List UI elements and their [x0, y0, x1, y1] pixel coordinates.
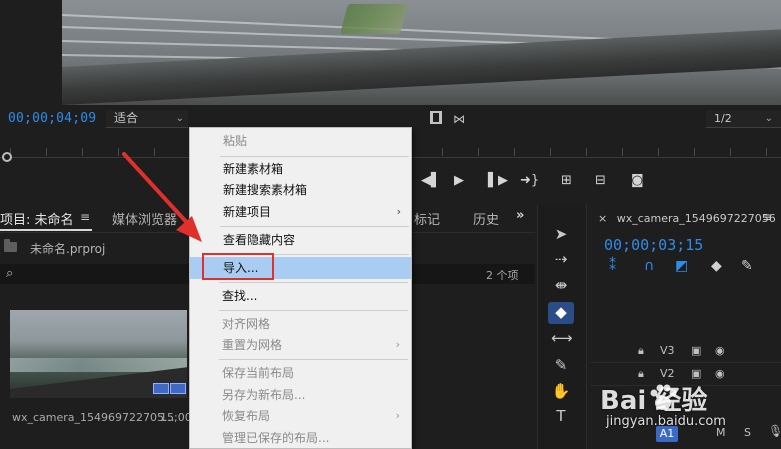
playhead-handle[interactable] — [2, 152, 12, 162]
submenu-arrow-icon: › — [396, 205, 401, 218]
linked-selection-icon[interactable]: ◩ — [675, 258, 688, 274]
menu-item-save-new-layout[interactable]: 另存为新布局... — [189, 384, 410, 406]
track-select-tool-icon[interactable]: ⇢ — [551, 250, 571, 268]
menu-item-new-bin[interactable]: 新建素材箱 — [190, 158, 411, 180]
watermark-url: jingyan.baidu.com — [606, 414, 726, 429]
menu-item-restore-layout[interactable]: 恢复布局 › — [189, 405, 410, 427]
safe-margins-icon[interactable] — [430, 111, 442, 124]
menu-item-label: 重置为网格 — [222, 338, 283, 352]
step-back-icon[interactable]: ◀▌ — [421, 172, 441, 190]
clip-name[interactable]: wx_camera_154969722705... — [12, 411, 175, 424]
eye-icon[interactable]: ◉ — [715, 344, 725, 357]
chevron-down-icon: ⌄ — [175, 113, 184, 124]
track-label: V3 — [660, 344, 675, 357]
sync-lock-icon[interactable]: ▣ — [691, 367, 701, 380]
submenu-arrow-icon: › — [395, 409, 400, 422]
project-file-name: 未命名.prproj — [30, 242, 106, 256]
menu-item-save-layout[interactable]: 保存当前布局 — [189, 362, 410, 384]
menu-item-paste[interactable]: 粘贴 — [190, 130, 411, 152]
tab-markers[interactable]: 标记 — [414, 209, 440, 228]
snap-magnet-icon[interactable]: ∩ — [644, 258, 654, 274]
playback-resolution-select[interactable]: 1/2 ⌄ — [706, 110, 781, 128]
menu-item-label: 保存当前布局 — [222, 366, 295, 380]
menu-item-label: 新建素材箱 — [223, 162, 284, 176]
chevron-down-icon: ⌄ — [764, 113, 773, 124]
audio-badge-icon — [170, 383, 186, 394]
track-label: V2 — [660, 367, 675, 380]
wrench-settings-icon[interactable]: ⋈ — [453, 112, 465, 126]
folder-icon — [4, 239, 17, 252]
add-marker-icon[interactable]: ◆ — [711, 258, 722, 274]
annotation-highlight-box — [202, 253, 274, 280]
lock-icon[interactable]: 🔒︎ — [638, 344, 644, 358]
menu-item-find[interactable]: 查找... — [189, 285, 410, 307]
nest-icon[interactable]: ⁑ — [609, 258, 616, 274]
menu-item-view-hidden[interactable]: 查看隐藏内容 — [190, 229, 411, 251]
item-count: 2 个项 — [486, 269, 519, 282]
sequence-tab[interactable]: × wx_camera_1549697227056 — [598, 212, 776, 225]
clip-media-badges — [153, 383, 187, 395]
solo-toggle[interactable]: S — [744, 426, 751, 439]
menu-item-label: 对齐网格 — [222, 317, 271, 331]
menu-item-label: 查找... — [222, 289, 258, 303]
menu-item-label: 管理已保存的布局... — [222, 431, 330, 445]
menu-item-label: 粘贴 — [223, 134, 248, 148]
close-icon[interactable]: × — [598, 212, 607, 225]
eye-icon[interactable]: ◉ — [715, 367, 725, 380]
ripple-edit-tool-icon[interactable]: ⇼ — [551, 276, 571, 294]
lock-icon[interactable]: 🔒︎ — [638, 367, 644, 381]
playhead-timecode[interactable]: 00;00;04;09 — [8, 111, 96, 126]
menu-item-label: 新建搜索素材箱 — [223, 183, 308, 197]
menu-item-label: 恢复布局 — [222, 409, 271, 423]
extract-icon[interactable]: ⊟ — [595, 172, 606, 190]
hand-tool-icon[interactable]: ✋ — [551, 382, 571, 400]
lift-icon[interactable]: ⊞ — [561, 172, 572, 190]
menu-item-label: 新建项目 — [223, 205, 272, 219]
zoom-fit-value: 适合 — [114, 111, 139, 125]
menu-item-label: 查看隐藏内容 — [223, 233, 296, 247]
tab-project[interactable]: 项目: 未命名 — [0, 209, 74, 228]
program-monitor-video — [62, 0, 781, 105]
video-badge-icon — [153, 383, 169, 394]
slip-tool-icon[interactable]: ⟷ — [551, 329, 573, 347]
active-tab-underline — [0, 229, 92, 231]
zoom-fit-select[interactable]: 适合 ⌄ — [106, 110, 188, 128]
search-icon: ⌕ — [6, 266, 14, 281]
menu-item-reset-grid[interactable]: 重置为网格 › — [189, 334, 410, 356]
pen-tool-icon[interactable]: ✎ — [551, 356, 571, 374]
type-tool-icon[interactable]: T — [551, 407, 571, 425]
clip-duration: 15;00 — [160, 411, 192, 424]
menu-item-align-grid[interactable]: 对齐网格 — [189, 313, 410, 335]
menu-item-new-item[interactable]: 新建项目 › — [190, 201, 411, 223]
tab-history[interactable]: 历史 — [473, 209, 499, 228]
sequence-tab-label: wx_camera_1549697227056 — [616, 212, 776, 225]
razor-tool-icon[interactable]: ◆ — [551, 303, 571, 321]
timeline-settings-icon[interactable]: ✎ — [741, 258, 753, 274]
microphone-icon[interactable]: 🎙︎ — [768, 424, 781, 438]
more-panels-icon[interactable]: » — [516, 208, 524, 223]
panel-menu-icon[interactable]: ≡ — [80, 210, 90, 224]
sync-lock-icon[interactable]: ▣ — [691, 344, 701, 357]
step-forward-icon[interactable]: ▌▶ — [488, 172, 508, 190]
menu-item-new-search-bin[interactable]: 新建搜索素材箱 — [190, 179, 411, 201]
panel-menu-icon[interactable]: ≡ — [762, 210, 772, 224]
submenu-arrow-icon: › — [395, 338, 400, 351]
selection-tool-icon[interactable]: ➤ — [551, 225, 571, 243]
video-window-edge — [62, 29, 781, 105]
video-object — [339, 4, 409, 34]
annotation-arrow-icon — [122, 152, 202, 242]
paw-logo-icon — [650, 384, 677, 410]
menu-separator — [220, 226, 409, 227]
menu-item-label: 另存为新布局... — [222, 388, 306, 402]
export-frame-camera-icon[interactable]: ◙ — [631, 172, 644, 190]
track-row-v3: 🔒︎ V3 ▣ ◉ — [590, 341, 781, 363]
menu-separator — [220, 156, 409, 157]
play-icon[interactable]: ▶ — [454, 172, 464, 190]
timeline-timecode[interactable]: 00;00;03;15 — [604, 236, 703, 254]
playback-resolution-value: 1/2 — [714, 112, 732, 125]
go-to-out-icon[interactable]: ➜} — [520, 172, 539, 190]
menu-item-manage-layouts[interactable]: 管理已保存的布局... — [189, 427, 410, 449]
